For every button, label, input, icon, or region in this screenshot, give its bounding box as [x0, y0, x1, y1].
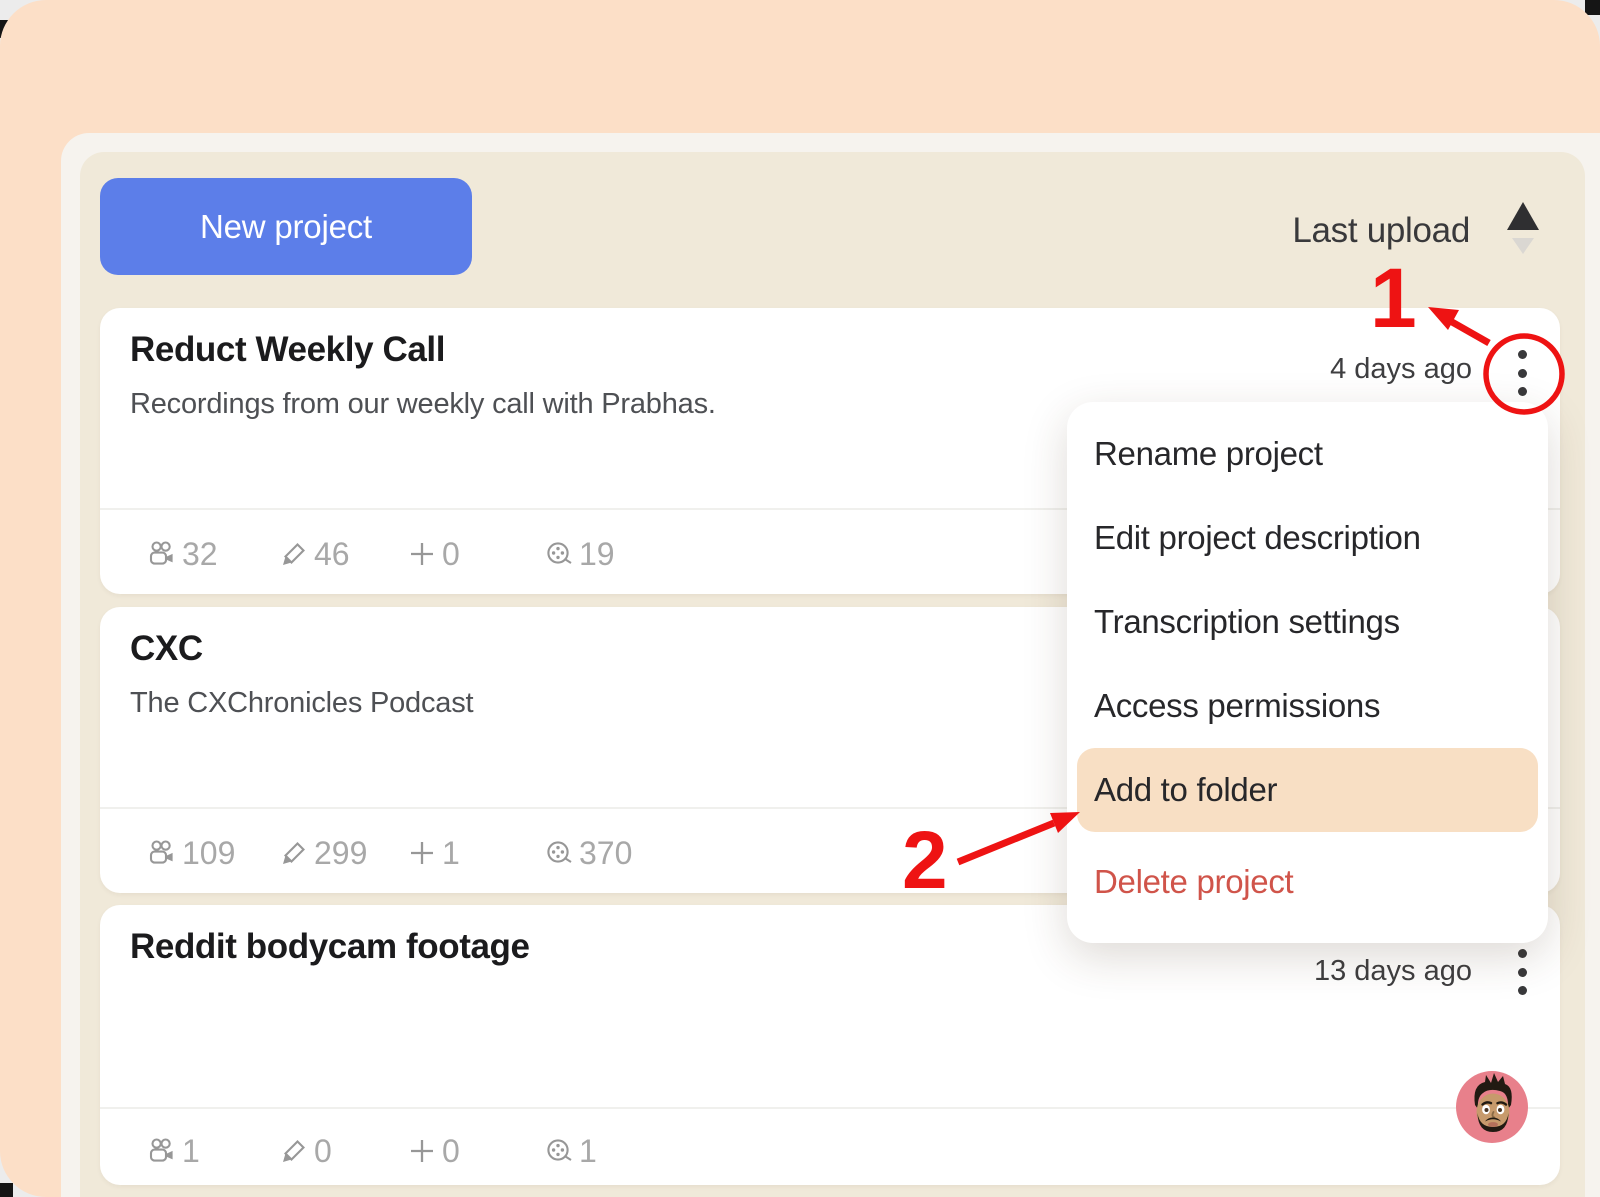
project-title: Reddit bodycam footage — [130, 927, 530, 967]
additions-stat: 0 — [408, 528, 460, 580]
project-title: CXC — [130, 629, 203, 669]
reels-stat: 1 — [545, 1125, 597, 1177]
corner-mark — [1585, 0, 1600, 15]
reel-icon — [545, 540, 573, 568]
menu-item-rename-project[interactable]: Rename project — [1077, 412, 1538, 496]
stat-value: 19 — [579, 536, 615, 573]
stat-value: 1 — [182, 1133, 200, 1170]
sort-arrows-icon — [1506, 200, 1540, 263]
project-stats: 1 0 0 — [130, 1125, 1530, 1177]
additions-stat: 0 — [408, 1125, 460, 1177]
card-divider — [100, 1107, 1560, 1109]
project-updated: 4 days ago — [1330, 353, 1472, 386]
menu-item-access-permissions[interactable]: Access permissions — [1077, 664, 1538, 748]
sort-control[interactable]: Last upload — [1100, 203, 1540, 259]
menu-item-transcription-settings[interactable]: Transcription settings — [1077, 580, 1538, 664]
corner-mark — [0, 1183, 13, 1197]
project-context-menu: Rename project Edit project description … — [1067, 402, 1548, 943]
highlights-stat: 299 — [280, 827, 367, 879]
kebab-menu-icon[interactable] — [1508, 947, 1536, 997]
project-description: The CXChronicles Podcast — [130, 687, 473, 720]
stat-value: 109 — [182, 835, 235, 872]
camera-icon — [148, 1137, 176, 1165]
stat-value: 1 — [579, 1133, 597, 1170]
kebab-menu-icon[interactable] — [1508, 348, 1536, 398]
plus-icon — [408, 540, 436, 568]
camera-icon — [148, 839, 176, 867]
clips-stat: 109 — [148, 827, 235, 879]
stat-value: 46 — [314, 536, 350, 573]
project-title: Reduct Weekly Call — [130, 330, 445, 370]
stat-value: 0 — [442, 1133, 460, 1170]
stat-value: 370 — [579, 835, 632, 872]
highlights-stat: 46 — [280, 528, 350, 580]
reels-stat: 370 — [545, 827, 632, 879]
stat-value: 32 — [182, 536, 218, 573]
highlighter-icon — [280, 839, 308, 867]
new-project-button[interactable]: New project — [100, 178, 472, 275]
project-description: Recordings from our weekly call with Pra… — [130, 388, 716, 421]
plus-icon — [408, 839, 436, 867]
reels-stat: 19 — [545, 528, 615, 580]
app-screenshot: New project Last upload Reduct Weekly Ca… — [0, 0, 1600, 1197]
plus-icon — [408, 1137, 436, 1165]
project-card-reddit-bodycam-footage[interactable]: Reddit bodycam footage 13 days ago 1 — [100, 905, 1560, 1185]
menu-item-delete-project[interactable]: Delete project — [1077, 840, 1538, 924]
additions-stat: 1 — [408, 827, 460, 879]
reel-icon — [545, 839, 573, 867]
clips-stat: 1 — [148, 1125, 200, 1177]
sort-label: Last upload — [1292, 211, 1470, 251]
highlighter-icon — [280, 1137, 308, 1165]
stat-value: 0 — [442, 536, 460, 573]
menu-item-edit-project-description[interactable]: Edit project description — [1077, 496, 1538, 580]
highlighter-icon — [280, 540, 308, 568]
user-avatar[interactable] — [1456, 1071, 1528, 1143]
clips-stat: 32 — [148, 528, 218, 580]
menu-item-add-to-folder[interactable]: Add to folder — [1077, 748, 1538, 832]
stat-value: 0 — [314, 1133, 332, 1170]
reel-icon — [545, 1137, 573, 1165]
project-updated: 13 days ago — [1314, 955, 1472, 988]
camera-icon — [148, 540, 176, 568]
stat-value: 299 — [314, 835, 367, 872]
stat-value: 1 — [442, 835, 460, 872]
highlights-stat: 0 — [280, 1125, 332, 1177]
